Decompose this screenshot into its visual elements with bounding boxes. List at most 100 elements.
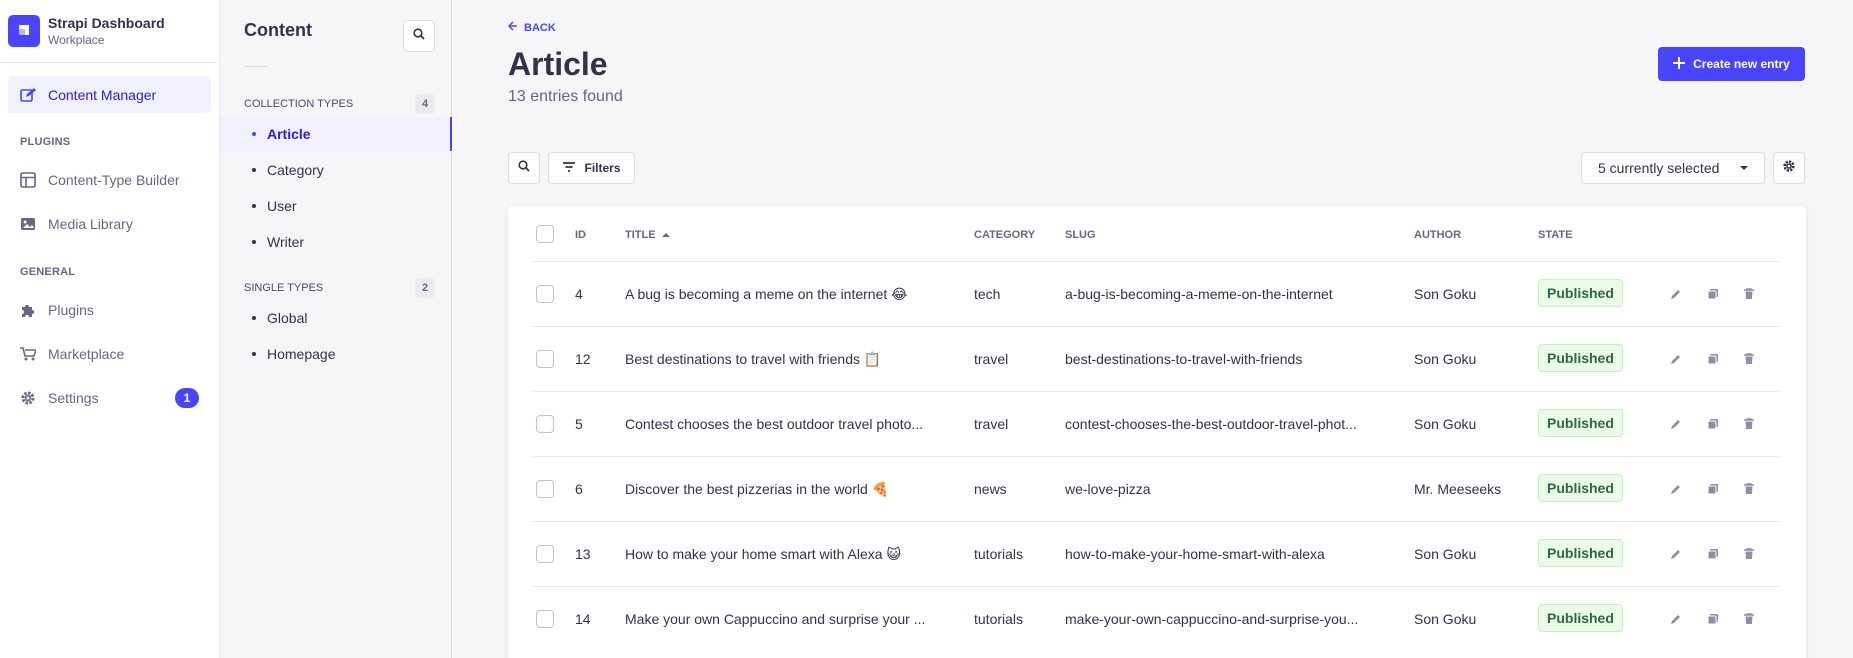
status-badge: Published (1538, 604, 1623, 632)
filter-icon (562, 161, 576, 176)
subnav-search-button[interactable] (403, 20, 435, 52)
subnav-divider (244, 66, 268, 67)
nav-content-manager[interactable]: Content Manager (8, 76, 211, 113)
cell-title: Discover the best pizzerias in the world… (625, 481, 890, 497)
brand[interactable]: Strapi Dashboard Workplace (0, 0, 219, 63)
row-checkbox[interactable] (536, 285, 554, 303)
brand-subtitle: Workplace (48, 33, 105, 47)
table-row[interactable]: 12 Best destinations to travel with frie… (532, 326, 1780, 391)
main-nav: Strapi Dashboard Workplace Content Manag… (0, 0, 220, 658)
row-checkbox[interactable] (536, 610, 554, 628)
duplicate-icon[interactable] (1705, 546, 1721, 562)
nav-label: Marketplace (48, 345, 125, 362)
duplicate-icon[interactable] (1705, 286, 1721, 302)
cell-id: 6 (575, 481, 583, 497)
row-checkbox[interactable] (536, 480, 554, 498)
sort-up-icon (661, 229, 670, 241)
settings-badge: 1 (175, 387, 199, 408)
single-types-label[interactable]: SINGLE TYPES (244, 282, 323, 294)
row-checkbox[interactable] (536, 545, 554, 563)
back-label: BACK (524, 21, 556, 34)
nav-section-general: GENERAL (20, 266, 76, 278)
column-header-title[interactable]: TITLE (625, 229, 670, 241)
cell-id: 12 (575, 351, 591, 367)
collection-types-label[interactable]: COLLECTION TYPES (244, 98, 353, 110)
columns-select-value: 5 currently selected (1598, 160, 1720, 176)
cell-id: 14 (575, 611, 591, 627)
duplicate-icon[interactable] (1705, 611, 1721, 627)
table-search-button[interactable] (508, 152, 540, 184)
subnav-item-label: Writer (267, 234, 305, 250)
table-row[interactable]: 14 Make your own Cappuccino and surprise… (532, 586, 1780, 651)
trash-icon[interactable] (1741, 481, 1757, 497)
table-row[interactable]: 6 Discover the best pizzerias in the wor… (532, 456, 1780, 521)
cell-slug: contest-chooses-the-best-outdoor-travel-… (1065, 416, 1357, 432)
cell-slug: make-your-own-cappuccino-and-surprise-yo… (1065, 611, 1359, 627)
trash-icon[interactable] (1741, 416, 1757, 432)
trash-icon[interactable] (1741, 351, 1757, 367)
trash-icon[interactable] (1741, 546, 1757, 562)
subnav-item-writer[interactable]: Writer (220, 225, 452, 259)
pencil-icon[interactable] (1668, 546, 1684, 562)
subnav-item-article[interactable]: Article (220, 117, 452, 151)
entries-count: 13 entries found (508, 88, 623, 105)
nav-marketplace[interactable]: Marketplace (8, 335, 211, 372)
subnav-item-user[interactable]: User (220, 189, 452, 223)
create-new-entry-button[interactable]: Create new entry (1658, 47, 1805, 81)
cell-title: Make your own Cappuccino and surprise yo… (625, 611, 926, 627)
column-header-slug[interactable]: SLUG (1065, 229, 1096, 241)
cell-title: Best destinations to travel with friends… (625, 351, 882, 367)
subnav-item-category[interactable]: Category (220, 153, 452, 187)
select-all-checkbox[interactable] (536, 225, 554, 243)
columns-select[interactable]: 5 currently selected (1581, 152, 1765, 184)
cell-author: Son Goku (1414, 416, 1477, 432)
gear-icon (20, 390, 36, 406)
nav-section-plugins: PLUGINS (20, 136, 71, 148)
pencil-icon[interactable] (1668, 351, 1684, 367)
table-row[interactable]: 13 How to make your home smart with Alex… (532, 521, 1780, 586)
cell-category: tutorials (974, 546, 1024, 562)
gear-icon (1782, 159, 1796, 178)
nav-content-type-builder[interactable]: Content-Type Builder (8, 161, 211, 198)
nav-label: Plugins (48, 301, 94, 318)
subnav-item-global[interactable]: Global (220, 301, 452, 335)
table-row[interactable]: 5 Contest chooses the best outdoor trave… (532, 391, 1780, 456)
status-badge: Published (1538, 539, 1623, 567)
column-header-id[interactable]: ID (575, 229, 586, 241)
duplicate-icon[interactable] (1705, 481, 1721, 497)
cell-category: travel (974, 351, 1009, 367)
subnav-item-label: Article (267, 126, 311, 142)
column-header-state[interactable]: STATE (1538, 229, 1572, 241)
image-icon (20, 216, 36, 232)
duplicate-icon[interactable] (1705, 416, 1721, 432)
table-row[interactable]: 4 A bug is becoming a meme on the intern… (532, 261, 1780, 326)
pencil-icon[interactable] (1668, 286, 1684, 302)
duplicate-icon[interactable] (1705, 351, 1721, 367)
nav-label: Content Manager (48, 86, 157, 103)
create-label: Create new entry (1693, 57, 1790, 71)
pencil-icon[interactable] (1668, 481, 1684, 497)
trash-icon[interactable] (1741, 611, 1757, 627)
collection-types-count: 4 (415, 94, 435, 114)
nav-media-library[interactable]: Media Library (8, 205, 211, 242)
list-settings-button[interactable] (1773, 152, 1805, 184)
row-checkbox[interactable] (536, 350, 554, 368)
filters-button[interactable]: Filters (548, 152, 635, 184)
pencil-icon[interactable] (1668, 611, 1684, 627)
column-header-author[interactable]: AUTHOR (1414, 229, 1461, 241)
nav-plugins[interactable]: Plugins (8, 291, 211, 328)
pencil-icon[interactable] (1668, 416, 1684, 432)
content-subnav: Content COLLECTION TYPES 4 Article Categ… (220, 0, 452, 658)
nav-settings[interactable]: Settings 1 (8, 379, 211, 416)
cell-category: travel (974, 416, 1009, 432)
search-icon (518, 159, 530, 177)
arrow-left-icon (507, 21, 518, 34)
column-header-category[interactable]: CATEGORY (974, 229, 1035, 241)
cell-slug: we-love-pizza (1065, 481, 1151, 497)
cell-category: news (974, 481, 1007, 497)
row-checkbox[interactable] (536, 415, 554, 433)
back-link[interactable]: BACK (507, 21, 556, 34)
nav-label: Content-Type Builder (48, 171, 180, 188)
trash-icon[interactable] (1741, 286, 1757, 302)
subnav-item-homepage[interactable]: Homepage (220, 337, 452, 371)
